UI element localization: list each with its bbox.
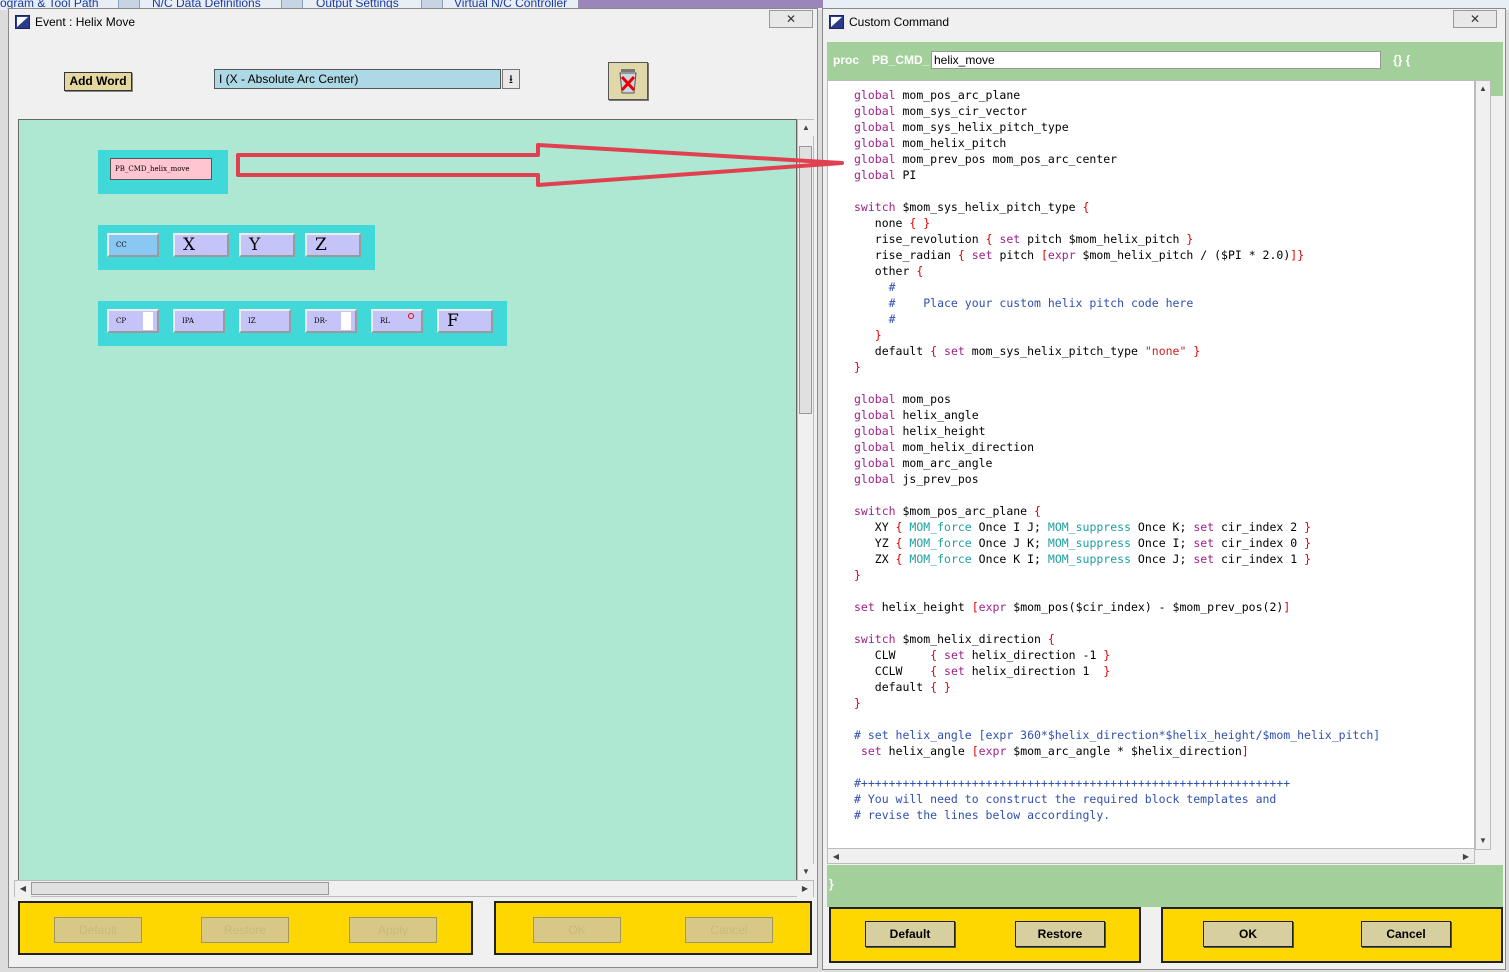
tcl-code-text: global mom_pos_arc_plane global mom_sys_… [854,88,1381,822]
app-icon [15,15,30,29]
hscroll-thumb[interactable] [31,882,329,895]
red-arrow-icon [236,143,844,187]
block-row-helix: CP IPA IZ DR- RL F [98,301,507,346]
word-cc-label: CC [116,241,127,249]
event-close-button[interactable]: ✕ [769,10,813,28]
event-apply-button[interactable]: Apply [349,917,437,943]
word-rl[interactable]: RL [371,309,423,333]
scroll-left-icon[interactable]: ◀ [15,881,31,897]
block-row-motion: CC X Y Z [98,225,375,270]
code-scroll-left-icon[interactable]: ◀ [828,849,844,863]
code-scroll-right-icon[interactable]: ▶ [1458,849,1474,863]
code-horizontal-scrollbar[interactable]: ◀ ▶ [827,848,1475,864]
cc-ok-button[interactable]: OK [1203,921,1293,947]
event-default-button[interactable]: Default [54,917,142,943]
code-scroll-down-icon[interactable]: ▼ [1476,833,1490,849]
canvas-vertical-scrollbar[interactable]: ▲ ▼ [797,119,814,881]
scroll-up-icon[interactable]: ▲ [798,120,814,136]
combo-dropdown-button[interactable]: ⭳ [502,69,520,89]
scroll-right-icon[interactable]: ▶ [797,881,813,897]
word-x-label: X [183,235,196,255]
block-row-custom-command: PB_CMD_helix_move [98,150,228,194]
word-iz-label: IZ [248,317,256,325]
proc-name-input[interactable]: helix_move [931,51,1381,69]
word-f-label: F [447,311,459,331]
custom-command-close-button[interactable]: ✕ [1453,10,1497,28]
cc-default-button[interactable]: Default [865,921,955,947]
word-ipa[interactable]: IPA [173,309,225,333]
word-f[interactable]: F [437,309,493,333]
cc-cancel-button[interactable]: Cancel [1361,921,1451,947]
event-right-button-panel: OK Cancel [494,901,812,955]
custom-command-window: Custom Command ✕ proc PB_CMD_ helix_move… [822,8,1506,970]
app-icon [829,15,844,29]
scroll-down-icon[interactable]: ▼ [798,864,814,880]
tcl-code-editor[interactable]: global mom_pos_arc_plane global mom_sys_… [827,80,1475,864]
word-y-label: Y [249,235,261,255]
canvas-horizontal-scrollbar[interactable]: ◀ ▶ [14,880,814,897]
word-y[interactable]: Y [239,233,295,257]
proc-closing-brace: } [829,877,834,891]
word-rl-label: RL [380,317,390,325]
event-window-titlebar: Event : Helix Move [9,9,817,35]
word-ipa-label: IPA [182,317,194,325]
event-restore-button[interactable]: Restore [201,917,289,943]
proc-prefix: PB_CMD_ [872,53,930,67]
word-iz[interactable]: IZ [239,309,291,333]
add-word-button[interactable]: Add Word [64,72,132,91]
word-cc[interactable]: CC [107,233,159,257]
event-left-button-panel: Default Restore Apply [18,901,473,955]
pb-cmd-helix-move-word[interactable]: PB_CMD_helix_move [110,158,212,180]
trash-icon[interactable] [608,62,648,100]
custom-command-titlebar: Custom Command [823,9,1505,35]
event-window-title: Event : Helix Move [35,15,136,29]
cc-restore-button[interactable]: Restore [1015,921,1105,947]
modality-dot-icon [408,313,414,319]
word-dr-label: DR- [314,317,328,325]
word-z-label: Z [315,235,327,255]
word-z[interactable]: Z [305,233,361,257]
word-cp[interactable]: CP [107,309,159,333]
word-cp-box [143,312,153,330]
word-cp-label: CP [116,317,127,325]
word-dr-box [341,312,351,330]
custom-command-title: Custom Command [849,15,950,29]
background-window-titlebar [578,0,823,8]
cc-left-button-panel: Default Restore [829,907,1141,963]
proc-keyword: proc [833,53,860,67]
event-cancel-button[interactable]: Cancel [685,917,773,943]
word-x[interactable]: X [173,233,229,257]
event-block-canvas[interactable]: PB_CMD_helix_move CC X Y Z CP IPA IZ DR-… [18,119,797,881]
proc-footer-bar: } [827,865,1503,907]
word-select-combo[interactable]: I (X - Absolute Arc Center) [214,69,501,89]
cc-right-button-panel: OK Cancel [1161,907,1503,963]
word-dr[interactable]: DR- [305,309,357,333]
code-vertical-scrollbar[interactable]: ▲ ▼ [1475,80,1491,850]
event-ok-button[interactable]: OK [533,917,621,943]
code-scroll-up-icon[interactable]: ▲ [1476,81,1490,97]
proc-braces: {} { [1393,53,1411,67]
